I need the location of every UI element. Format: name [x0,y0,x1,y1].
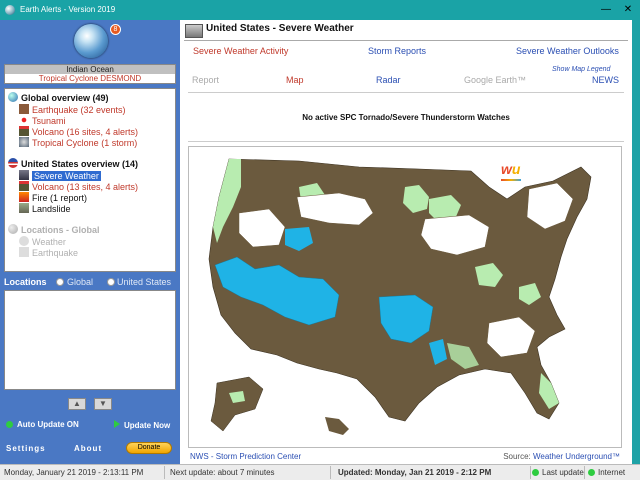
list-item-cyclone[interactable]: Tropical Cyclone (1 storm) [19,137,137,148]
source-credit: Source: Weather Underground™ [503,452,620,461]
status-dot-icon [6,421,13,428]
overview-list: Global overview (49) Earthquake (32 even… [4,88,176,272]
globe-header: 8 [4,22,176,62]
window-title: Earth Alerts - Version 2019 [20,5,116,14]
cyclone-icon [19,137,29,147]
tab-severe-weather-activity[interactable]: Severe Weather Activity [193,46,288,56]
region-event: Tropical Cyclone DESMOND [38,74,142,83]
main-panel: United States - Severe Weather Severe We… [180,20,632,464]
severe-weather-icon [185,24,203,38]
landslide-icon [19,203,29,213]
left-panel: 8 Indian Ocean Tropical Cyclone DESMOND … [0,20,180,464]
watch-status-box: No active SPC Tornado/Severe Thunderstor… [188,92,624,142]
app-globe-icon [5,5,15,15]
tab-google-earth[interactable]: Google Earth™ [464,75,526,85]
volcano-icon [19,126,29,136]
tab-news[interactable]: NEWS [592,75,619,85]
settings-button[interactable]: Settings [6,444,46,453]
radio-global[interactable] [56,278,64,286]
globe-gray-icon [8,224,18,234]
show-map-legend-link[interactable]: Show Map Legend [552,66,610,73]
list-item-loc-earthquake[interactable]: Earthquake [19,247,78,258]
status-last-update[interactable]: Last update [532,468,584,477]
severe-weather-icon [19,170,29,180]
locations-bar: Locations Global United States [4,277,176,289]
list-item-landslide[interactable]: Landslide [19,203,71,214]
donate-button[interactable]: Donate [126,442,172,454]
globe-icon[interactable] [74,24,108,58]
list-item-severe-weather[interactable]: Severe Weather [19,170,101,181]
locations-global-heading[interactable]: Locations - Global [8,224,100,235]
minimize-button[interactable]: — [598,2,614,18]
fire-icon [19,192,29,202]
global-overview-heading[interactable]: Global overview (49) [8,92,109,103]
locations-list[interactable] [4,290,176,390]
page-title: United States - Severe Weather [206,23,354,34]
status-ok-icon [532,469,539,476]
title-bar: Earth Alerts - Version 2019 — ✕ [0,0,640,20]
status-updated: Updated: Monday, Jan 21 2019 - 2:12 PM [338,468,492,477]
nws-spc-link[interactable]: NWS - Storm Prediction Center [190,452,301,461]
tab-radar[interactable]: Radar [376,75,401,85]
us-severe-weather-map[interactable]: wu [188,146,622,448]
close-button[interactable]: ✕ [620,2,636,18]
locations-label: Locations [4,277,47,287]
white-region-midwest [420,214,490,256]
radio-us-label: United States [117,277,172,287]
weather-underground-link[interactable]: Weather Underground™ [533,452,620,461]
tab-storm-reports[interactable]: Storm Reports [368,46,426,56]
tab-severe-weather-outlooks[interactable]: Severe Weather Outlooks [516,46,619,56]
earthquake-icon [19,104,29,114]
current-region[interactable]: Indian Ocean Tropical Cyclone DESMOND [4,64,176,84]
status-datetime: Monday, January 21 2019 - 2:13:11 PM [4,468,144,477]
play-icon [114,420,120,428]
list-item-tsunami[interactable]: Tsunami [19,115,66,126]
list-item-earthquake[interactable]: Earthquake (32 events) [19,104,126,115]
auto-update-toggle[interactable]: Auto Update ON [6,420,79,429]
list-item-volcano[interactable]: Volcano (16 sites, 4 alerts) [19,126,138,137]
list-item-fire[interactable]: Fire (1 report) [19,192,87,203]
tab-report[interactable]: Report [192,75,219,85]
status-next-update: Next update: about 7 minutes [170,468,275,477]
hawaii-shape [325,417,349,435]
alert-badge: 8 [110,24,121,35]
radio-us[interactable] [107,278,115,286]
list-item-us-volcano[interactable]: Volcano (13 sites, 4 alerts) [19,181,138,192]
wunderground-logo: wu [501,161,521,181]
volcano-icon [19,181,29,191]
window-border [632,20,640,464]
tab-map[interactable]: Map [286,75,304,85]
update-now-button[interactable]: Update Now [114,420,170,430]
weather-icon [19,236,29,246]
alaska-shape [210,376,264,432]
about-button[interactable]: About [74,444,102,453]
list-item-loc-weather[interactable]: Weather [19,236,66,247]
status-bar: Monday, January 21 2019 - 2:13:11 PM Nex… [0,464,640,480]
internet-ok-icon [588,469,595,476]
us-map-graphic [208,158,592,435]
globe-small-icon [8,92,18,102]
move-down-button[interactable]: ▼ [94,398,112,410]
watch-status-text: No active SPC Tornado/Severe Thunderstor… [302,113,510,122]
us-overview-heading[interactable]: United States overview (14) [8,158,138,169]
earthquake-gray-icon [19,247,29,257]
tsunami-icon [19,115,29,125]
divider [184,40,628,41]
region-name: Indian Ocean [5,65,175,74]
radio-global-label: Global [67,277,94,287]
move-up-button[interactable]: ▲ [68,398,86,410]
us-flag-icon [8,158,18,168]
status-internet: Internet [588,468,625,477]
